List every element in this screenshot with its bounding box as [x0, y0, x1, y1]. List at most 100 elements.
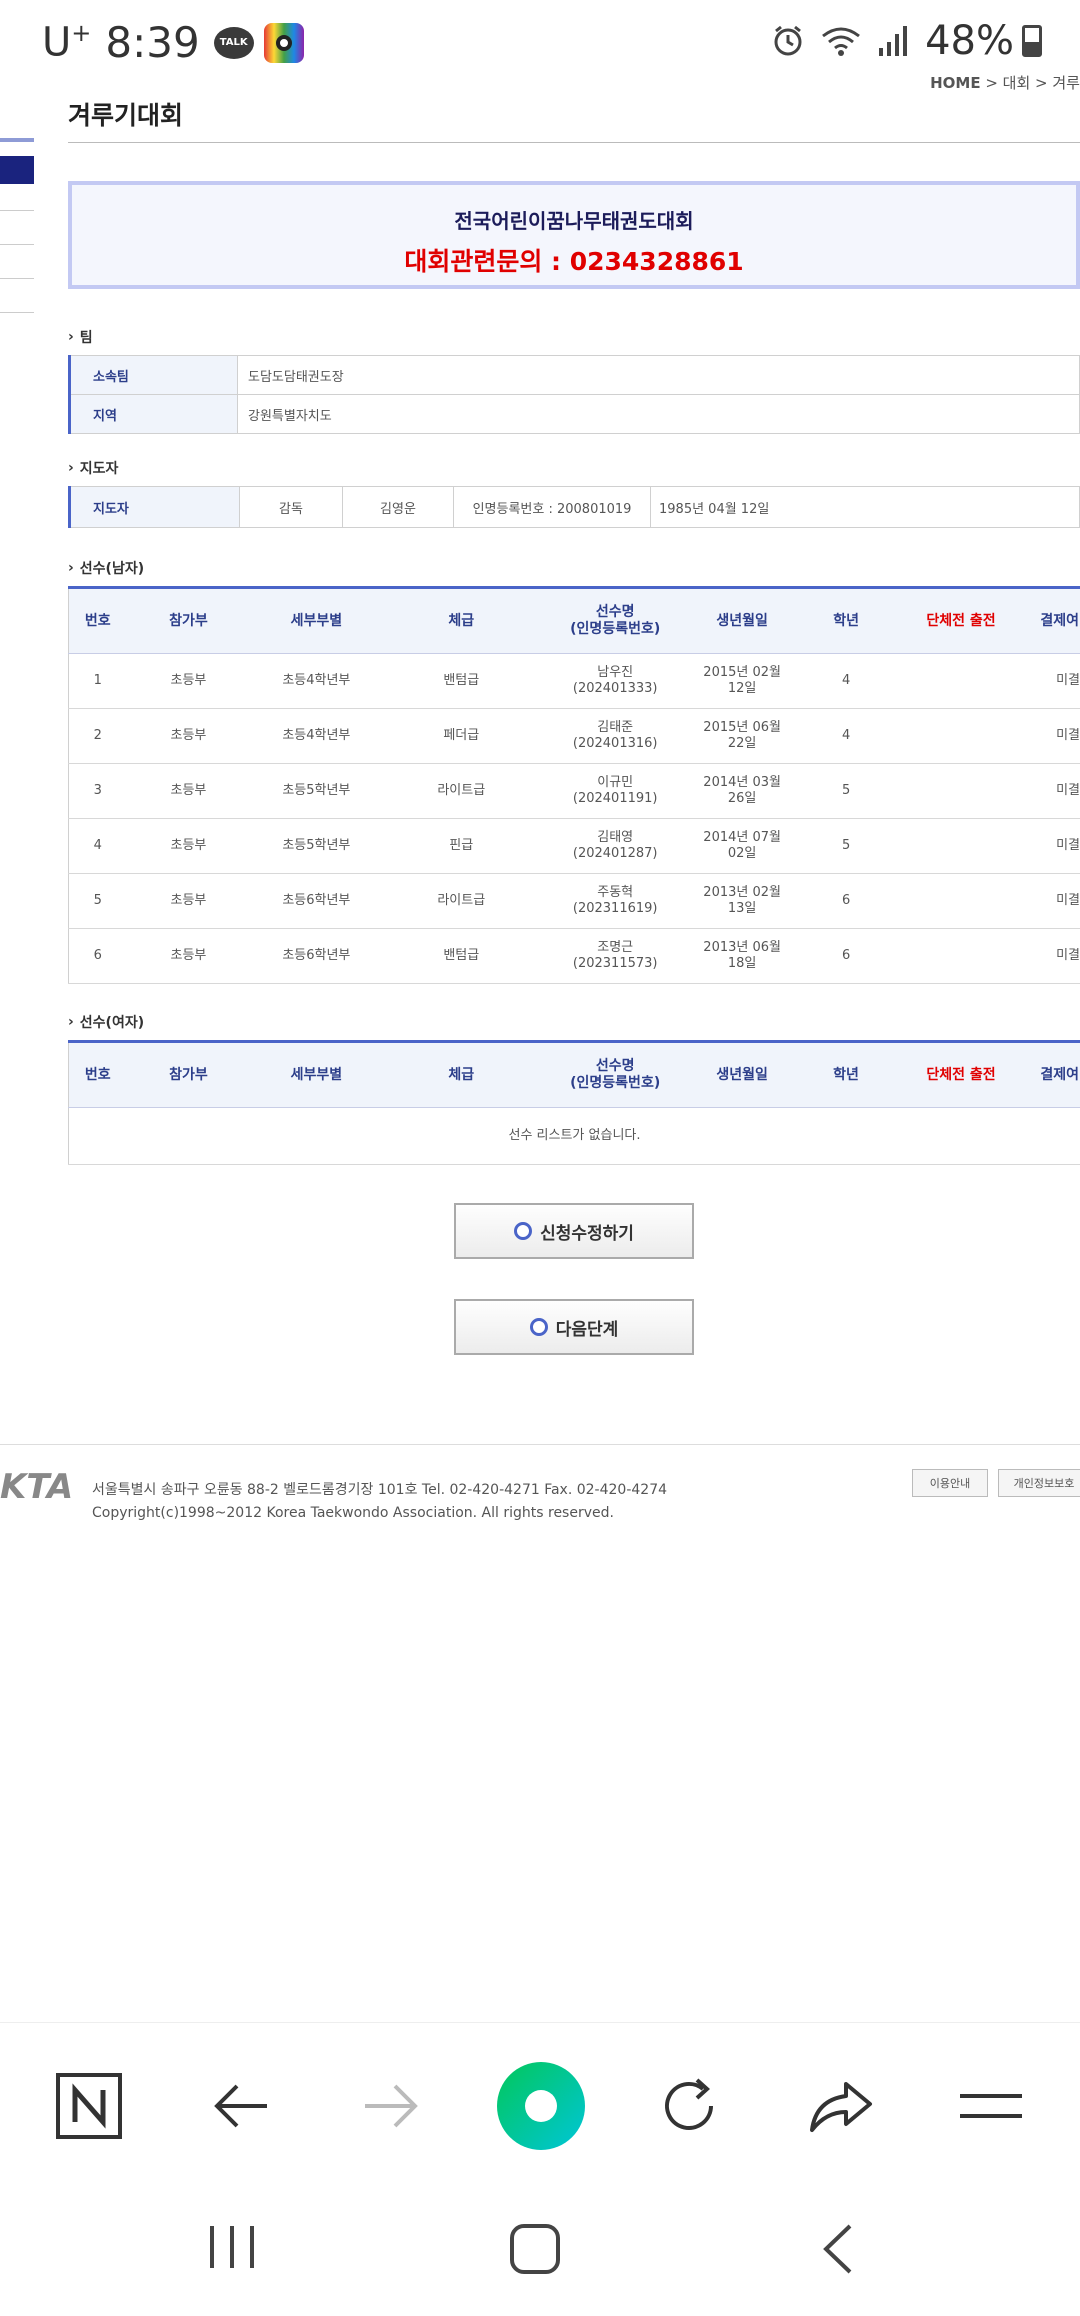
clock: 8:39	[105, 18, 200, 67]
player-division: 초등부	[126, 928, 251, 984]
player-team-entry	[898, 653, 1024, 709]
back-arrow-icon[interactable]	[196, 2061, 286, 2151]
kta-logo: KTA	[0, 1467, 74, 1507]
team-value: 도담도담태권도장	[237, 355, 1080, 395]
player-division: 초등부	[126, 873, 251, 929]
side-nav-active-item[interactable]	[0, 156, 34, 184]
player-team-entry	[898, 763, 1024, 819]
player-division: 초등부	[126, 708, 251, 764]
side-nav-item[interactable]	[0, 210, 34, 211]
chevron-right-icon: ›	[68, 329, 74, 345]
player-birth-cell: 2015년 02월 12일	[690, 653, 795, 709]
player-grade: 5	[794, 763, 899, 819]
usage-guide-button[interactable]: 이용안내	[912, 1469, 988, 1497]
player-subdivision: 초등6학년부	[250, 928, 383, 984]
player-number: 6	[68, 928, 127, 984]
coach-reg-no: 인명등록번호 : 200801019	[453, 486, 651, 528]
player-birth-day: 18일	[727, 956, 757, 971]
table-row: 5 초등부 초등6학년부 라이트급 주동혁 (202311619) 2013년 02월 13일…	[68, 873, 1080, 929]
refresh-icon[interactable]	[644, 2061, 734, 2151]
edit-application-button[interactable]: 신청수정하기	[454, 1203, 694, 1259]
table-row: 지도자 감독 김영운 인명등록번호 : 200801019 1985년 04월 …	[68, 486, 1080, 528]
side-nav-top-line	[0, 138, 34, 142]
col-header: 학년	[794, 587, 899, 654]
breadcrumb-home[interactable]: HOME	[930, 74, 980, 92]
female-players-table: 번호 참가부 세부부별 체급 선수명 (인명등록번호) 생년월일 학년 단체전 …	[68, 1040, 1080, 1165]
player-birth-ym: 2015년 02월	[703, 665, 781, 680]
alarm-icon	[774, 25, 802, 56]
table-header-row: 번호 참가부 세부부별 체급 선수명 (인명등록번호) 생년월일 학년 단체전 …	[68, 1041, 1080, 1108]
player-name: 이규민	[597, 775, 634, 790]
team-key: 소속팀	[68, 355, 238, 395]
male-section-heading: › 선수(남자)	[68, 560, 145, 577]
carrier-label: U+	[42, 19, 92, 66]
recent-apps-icon[interactable]	[208, 2222, 256, 2276]
player-birth-cell: 2015년 06월 22일	[690, 708, 795, 764]
player-subdivision: 초등4학년부	[250, 653, 383, 709]
kakaotalk-icon: TALK	[213, 26, 254, 59]
col-header: 체급	[382, 587, 541, 654]
table-row: 4 초등부 초등5학년부 핀급 김태영 (202401287) 2014년 07월 02일 5 미…	[68, 818, 1080, 874]
col-header: 체급	[382, 1041, 541, 1108]
side-nav-item[interactable]	[0, 244, 34, 245]
col-header: 번호	[68, 1041, 127, 1108]
main-content: 겨루기대회 전국어린이꿈나무태권도대회 대회관련문의 : 0234328861 …	[68, 96, 1080, 1355]
player-name: 남우진	[597, 665, 634, 680]
next-step-button[interactable]: 다음단계	[454, 1299, 694, 1355]
player-payment-status: 미결	[1023, 818, 1080, 874]
player-name: 김태준	[597, 720, 634, 735]
player-number: 5	[68, 873, 127, 929]
table-row: 지역 강원특별자치도	[68, 394, 1080, 434]
privacy-button[interactable]: 개인정보보호	[998, 1469, 1080, 1497]
status-bar: U+ 8:39 TALK 48%	[0, 0, 1080, 80]
menu-icon[interactable]	[946, 2061, 1036, 2151]
player-name-cell: 이규민 (202401191)	[540, 763, 691, 819]
col-header: 단체전 출전	[898, 587, 1024, 654]
player-subdivision: 초등6학년부	[250, 873, 383, 929]
col-header: 생년월일	[690, 1041, 795, 1108]
table-header-row: 번호 참가부 세부부별 체급 선수명 (인명등록번호) 생년월일 학년 단체전 …	[68, 587, 1080, 654]
back-icon[interactable]	[818, 2222, 858, 2280]
col-header: 세부부별	[250, 587, 383, 654]
player-subdivision: 초등5학년부	[250, 818, 383, 874]
player-weight-class: 라이트급	[382, 763, 541, 819]
table-row: 2 초등부 초등4학년부 페더급 김태준 (202401316) 2015년 06월 22일 4…	[68, 708, 1080, 764]
col-header: 선수명 (인명등록번호)	[540, 587, 691, 654]
player-birth-cell: 2014년 03월 26일	[690, 763, 795, 819]
chevron-right-icon: ›	[68, 560, 74, 576]
team-table: 소속팀 도담도담태권도장 지역 강원특별자치도	[68, 355, 1080, 434]
side-nav-item[interactable]	[0, 312, 34, 313]
player-birth-day: 02일	[727, 846, 757, 861]
player-birth-cell: 2014년 07월 02일	[690, 818, 795, 874]
player-name: 주동혁	[597, 885, 634, 900]
player-birth-ym: 2014년 07월	[703, 830, 781, 845]
player-subdivision: 초등4학년부	[250, 708, 383, 764]
table-row: 선수 리스트가 없습니다.	[68, 1107, 1080, 1165]
table-row: 6 초등부 초등6학년부 밴텀급 조명근 (202311573) 2013년 06월 18일 6…	[68, 928, 1080, 984]
player-subdivision: 초등5학년부	[250, 763, 383, 819]
col-header: 참가부	[126, 1041, 251, 1108]
coach-key: 지도자	[68, 486, 240, 528]
naver-home-icon[interactable]	[44, 2061, 134, 2151]
share-icon[interactable]	[796, 2061, 886, 2151]
green-dot-icon[interactable]	[496, 2061, 586, 2151]
player-birth-ym: 2013년 02월	[703, 885, 781, 900]
col-header: 번호	[68, 587, 127, 654]
male-players-table: 번호 참가부 세부부별 체급 선수명 (인명등록번호) 생년월일 학년 단체전 …	[68, 586, 1080, 984]
player-name: 조명근	[597, 940, 634, 955]
forward-arrow-icon[interactable]	[346, 2061, 436, 2151]
player-division: 초등부	[126, 763, 251, 819]
player-birth-ym: 2014년 03월	[703, 775, 781, 790]
breadcrumb-path: > 대회 > 겨루	[980, 74, 1080, 92]
radio-dot-icon	[529, 1318, 548, 1336]
player-number: 3	[68, 763, 127, 819]
home-icon[interactable]	[508, 2222, 562, 2280]
table-row: 소속팀 도담도담태권도장	[68, 355, 1080, 395]
player-name-cell: 주동혁 (202311619)	[540, 873, 691, 929]
player-reg-no: (202401316)	[572, 736, 658, 751]
player-birth-day: 12일	[727, 681, 757, 696]
chevron-right-icon: ›	[68, 1014, 74, 1030]
player-grade: 4	[794, 653, 899, 709]
footer-address: 서울특별시 송파구 오륜동 88-2 벨로드롬경기장 101호 Tel. 02-…	[92, 1479, 667, 1525]
side-nav-item[interactable]	[0, 278, 34, 279]
